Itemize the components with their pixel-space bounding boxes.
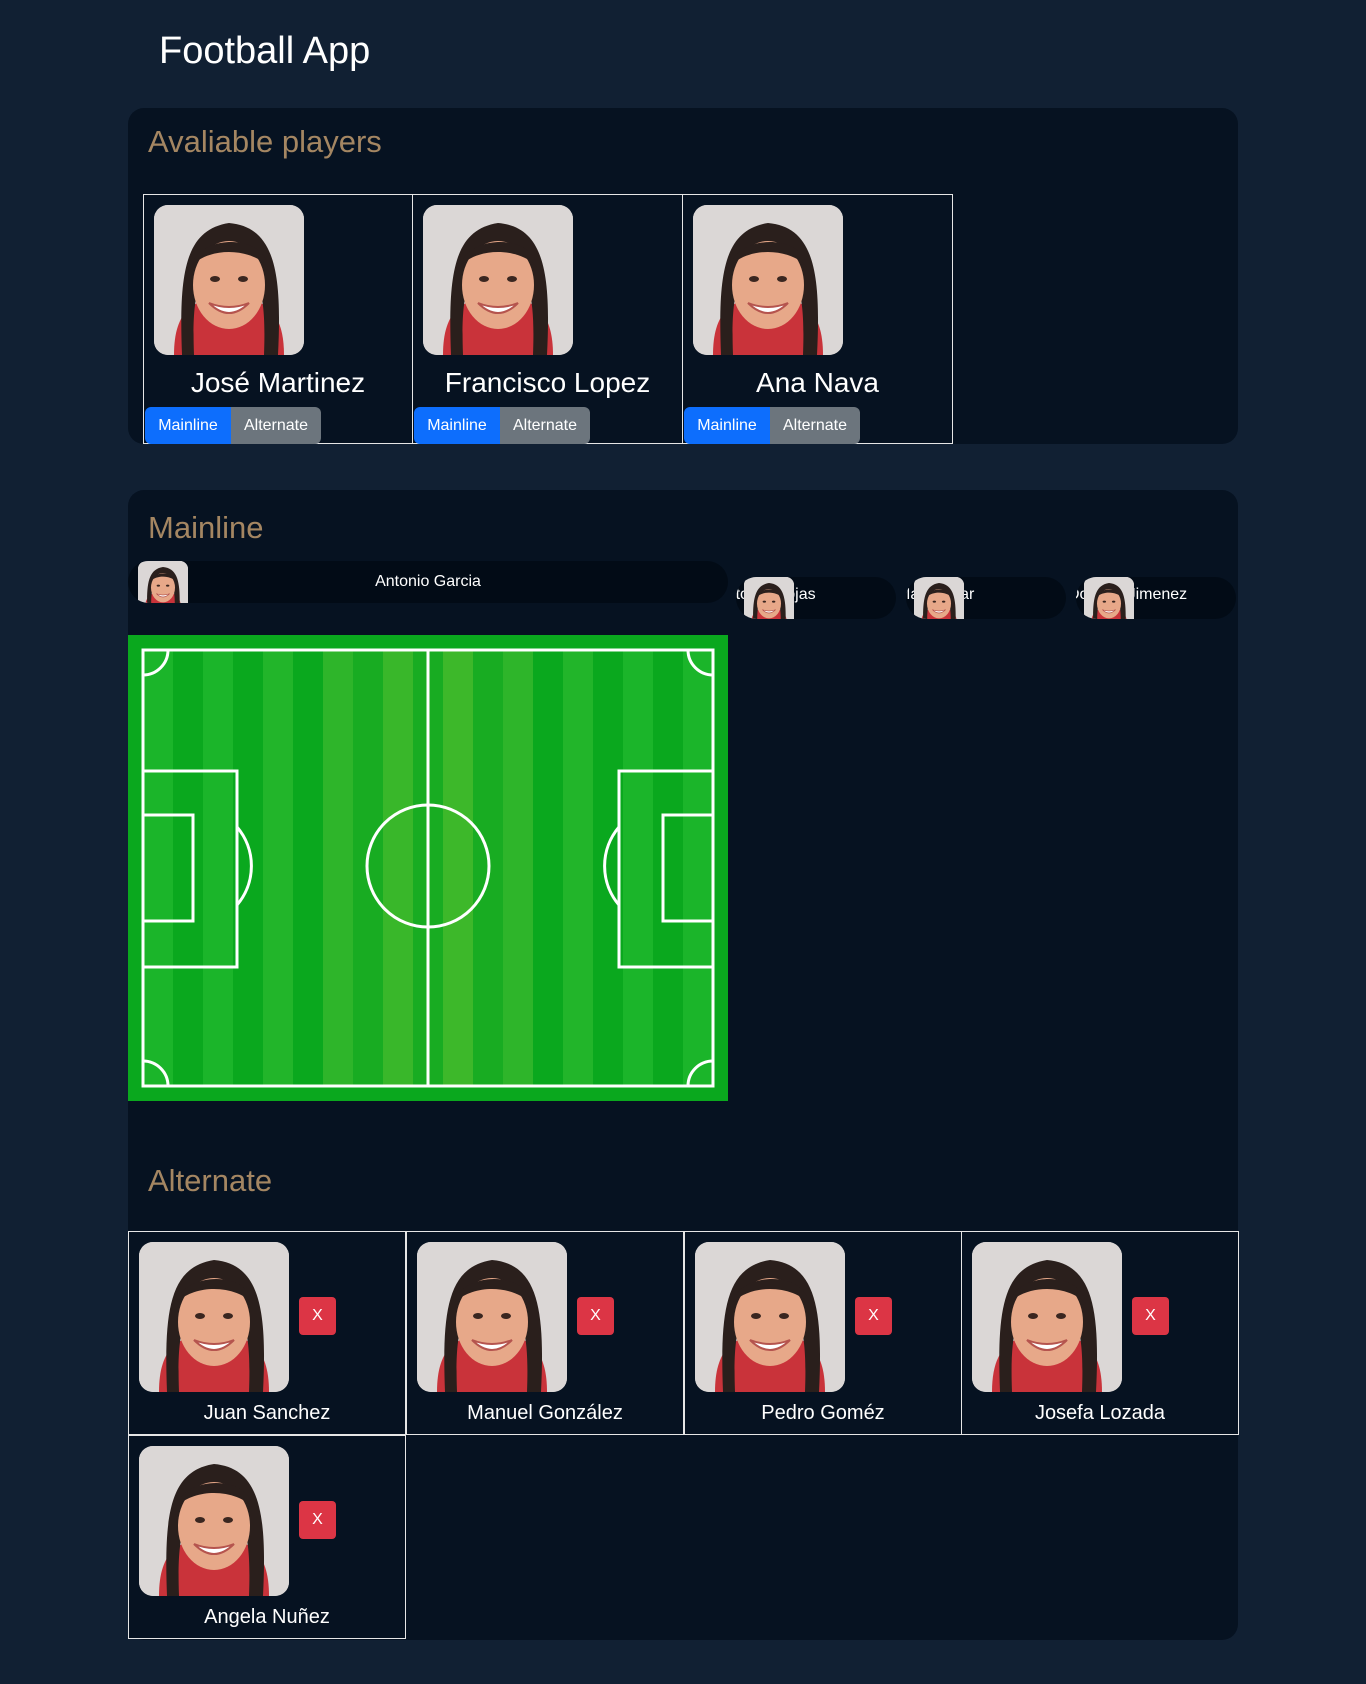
player-name: Pedro Goméz [761, 1402, 885, 1424]
player-name: Antonio Garcia [375, 573, 481, 590]
alternate-player-card: X Manuel González [406, 1231, 684, 1435]
add-to-alternate-button[interactable]: Alternate [231, 407, 321, 444]
add-to-alternate-button[interactable]: Alternate [770, 407, 860, 444]
player-name: Manuel González [467, 1402, 623, 1424]
mainline-heading: Mainline [148, 510, 264, 545]
lineup-panel: Mainline Antonio Garcia Antonia Rojas Ma… [128, 490, 1239, 1640]
player-actions: Mainline Alternate [145, 407, 321, 444]
add-to-mainline-button[interactable]: Mainline [684, 407, 770, 444]
mainline-player-chip[interactable]: Antonia Rojas [736, 577, 896, 619]
available-players-panel: Avaliable players José Martinez Mainline… [128, 108, 1238, 444]
add-to-alternate-button[interactable]: Alternate [500, 407, 590, 444]
mainline-player-chip[interactable]: Antonio Garcia [128, 561, 728, 603]
available-player-card: Ana Nava Mainline Alternate [683, 194, 953, 444]
remove-player-button[interactable]: X [577, 1297, 614, 1335]
player-photo [1084, 577, 1134, 619]
player-photo [972, 1242, 1122, 1392]
player-photo [423, 205, 573, 355]
available-player-card: José Martinez Mainline Alternate [143, 194, 413, 444]
app-title: Football App [159, 30, 371, 72]
player-photo [744, 577, 794, 619]
player-name: Juan Sanchez [203, 1402, 331, 1424]
player-name: Josefa Lozada [1034, 1402, 1166, 1424]
player-photo [139, 1446, 289, 1596]
add-to-mainline-button[interactable]: Mainline [414, 407, 500, 444]
player-photo [139, 1242, 289, 1392]
player-name: Francisco Lopez [444, 367, 651, 398]
alternate-heading: Alternate [148, 1163, 273, 1198]
player-photo [417, 1242, 567, 1392]
available-players-list: José Martinez Mainline Alternate Francis… [143, 194, 953, 444]
mainline-player-chip[interactable]: María Pilar [906, 577, 1066, 619]
alternate-player-card: X Josefa Lozada [961, 1231, 1239, 1435]
football-pitch [128, 635, 728, 1101]
player-photo [914, 577, 964, 619]
alternate-player-card: X Juan Sanchez [128, 1231, 406, 1435]
remove-player-button[interactable]: X [299, 1501, 336, 1539]
player-photo [154, 205, 304, 355]
remove-player-button[interactable]: X [1132, 1297, 1169, 1335]
mainline-player-chip[interactable]: Dolores Jimenez [1076, 577, 1236, 619]
player-actions: Mainline Alternate [684, 407, 860, 444]
player-photo [693, 205, 843, 355]
player-name: Ana Nava [756, 367, 879, 398]
player-photo [695, 1242, 845, 1392]
available-heading: Avaliable players [148, 124, 382, 159]
remove-player-button[interactable]: X [299, 1297, 336, 1335]
player-name: José Martinez [190, 367, 366, 398]
player-name: Angela Nuñez [204, 1606, 330, 1628]
alternate-player-card: X Angela Nuñez [128, 1435, 406, 1639]
remove-player-button[interactable]: X [855, 1297, 892, 1335]
player-actions: Mainline Alternate [414, 407, 590, 444]
available-player-card: Francisco Lopez Mainline Alternate [413, 194, 683, 444]
add-to-mainline-button[interactable]: Mainline [145, 407, 231, 444]
alternate-player-card: X Pedro Goméz [684, 1231, 962, 1435]
